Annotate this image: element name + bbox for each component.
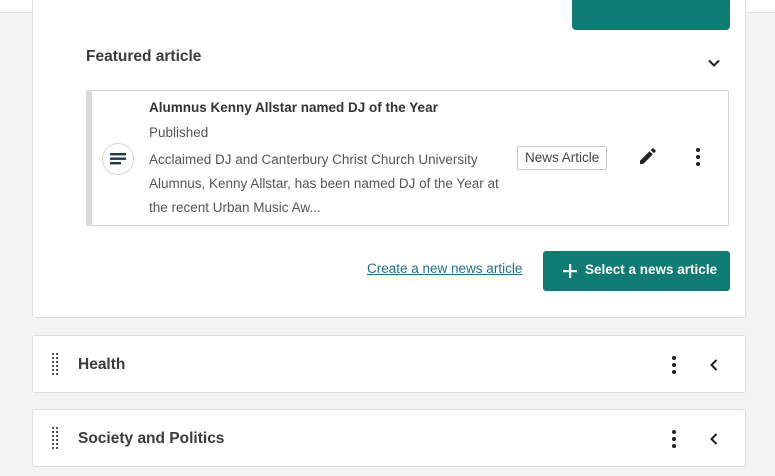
select-news-article-label: Select a news article [585,262,718,277]
article-type-badge: News Article [517,146,608,170]
create-news-article-link[interactable]: Create a new news article [367,261,522,276]
featured-article-title: Featured article [86,48,202,65]
pencil-icon[interactable] [637,147,657,167]
chevron-left-icon[interactable] [704,355,724,375]
more-vertical-icon[interactable] [664,355,684,375]
drag-handle-icon[interactable] [52,427,58,451]
article-summary: Acclaimed DJ and Canterbury Christ Churc… [149,152,499,215]
section-title: Health [78,356,126,373]
document-icon [102,143,134,175]
drag-handle-icon[interactable] [52,353,58,377]
featured-article-item: Alumnus Kenny Allstar named DJ of the Ye… [86,90,729,226]
plus-icon [563,264,577,278]
section-title: Society and Politics [78,430,225,447]
article-status: Published [149,125,209,140]
section-row-health: Health [32,335,746,393]
chevron-down-icon[interactable] [704,53,724,73]
more-vertical-icon[interactable] [664,429,684,449]
more-vertical-icon[interactable] [688,147,708,167]
section-row-society-and-politics: Society and Politics [32,409,746,467]
select-news-article-button[interactable]: Select a news article [543,251,730,291]
featured-article-panel: Featured article Alumnus Kenny Allstar n… [32,0,746,318]
top-action-button[interactable] [572,0,730,30]
chevron-left-icon[interactable] [704,429,724,449]
article-headline[interactable]: Alumnus Kenny Allstar named DJ of the Ye… [149,100,438,115]
